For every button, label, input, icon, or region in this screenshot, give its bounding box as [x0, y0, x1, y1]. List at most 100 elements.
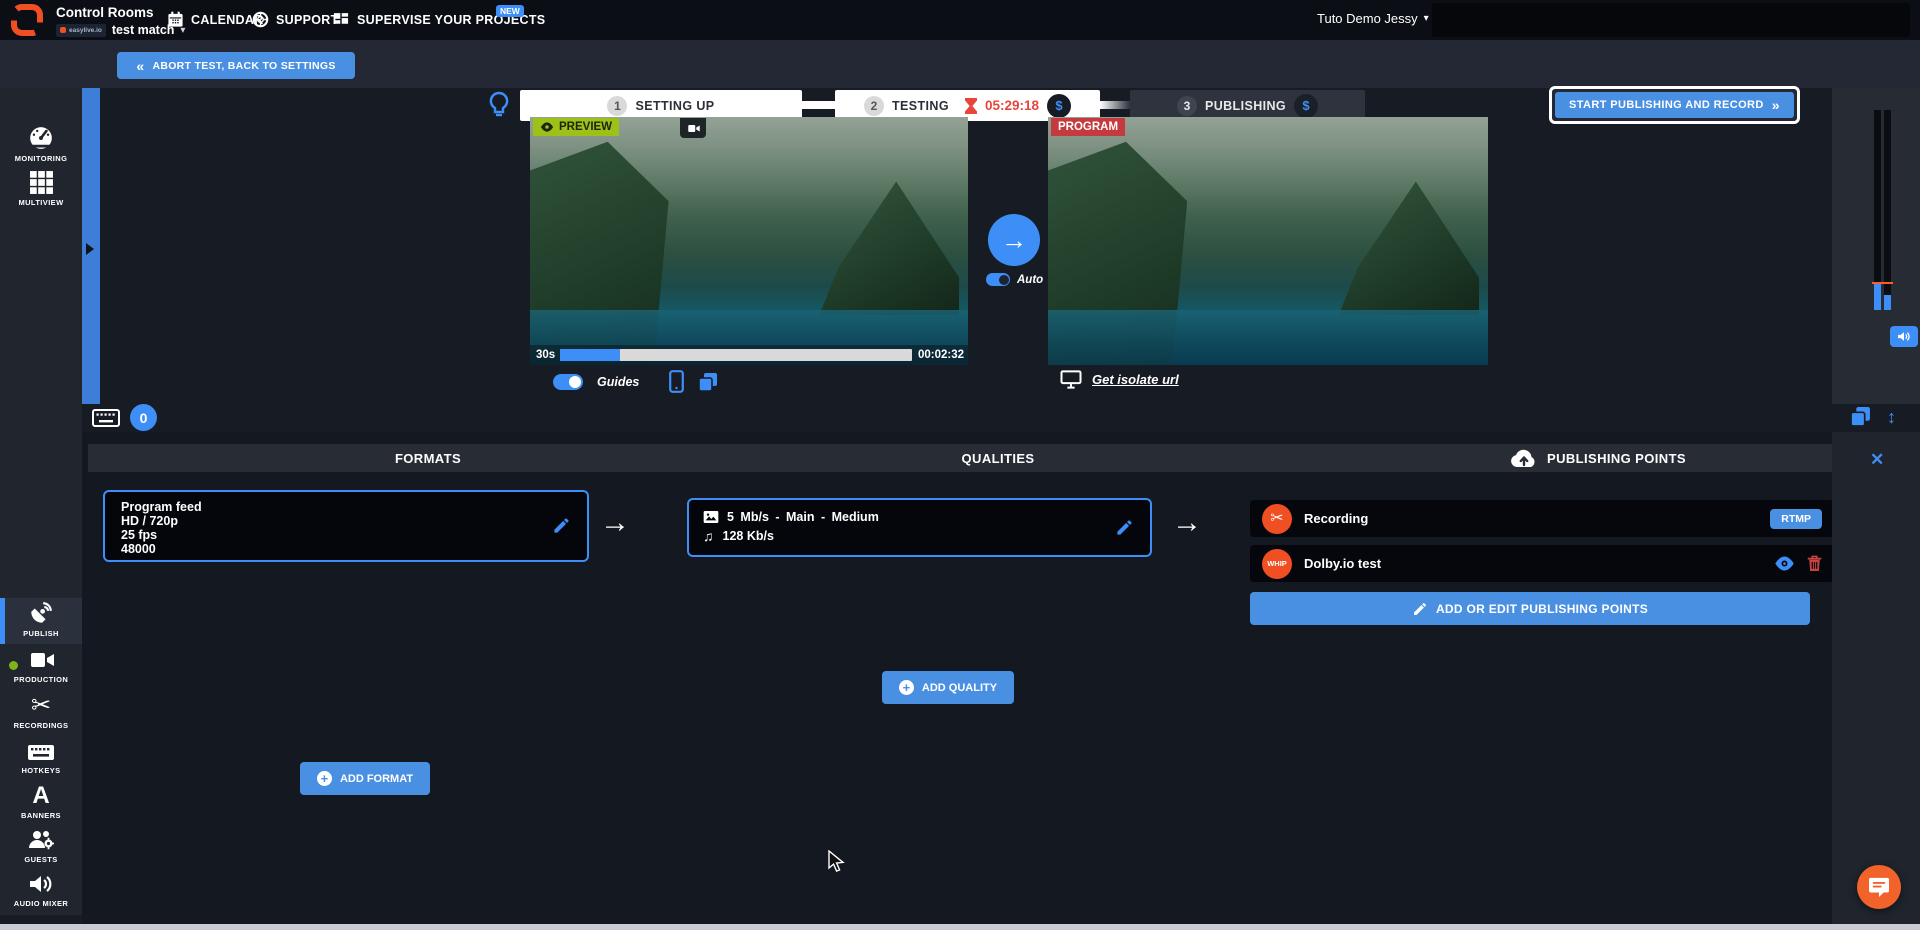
duplicate-view-icon[interactable]	[698, 372, 718, 392]
new-badge: NEW	[496, 5, 524, 17]
close-icon[interactable]: ✕	[1870, 450, 1884, 470]
hourglass-icon	[965, 98, 977, 114]
step-1-number: 1	[607, 96, 627, 116]
add-edit-publishing-button[interactable]: ADD OR EDIT PUBLISHING POINTS	[1250, 592, 1810, 625]
start-publishing-frame: START PUBLISHING AND RECORD »	[1549, 86, 1800, 124]
add-quality-button[interactable]: + ADD QUALITY	[882, 671, 1014, 704]
step-3-number: 3	[1177, 96, 1197, 116]
collapse-arrow-icon	[86, 243, 94, 255]
layers-icon[interactable]	[1850, 406, 1871, 427]
abort-test-label: ABORT TEST, BACK TO SETTINGS	[152, 60, 335, 72]
calendar-icon	[167, 11, 184, 28]
quality-audio-label: 128 Kb/s	[723, 529, 774, 543]
add-format-button[interactable]: + ADD FORMAT	[300, 762, 430, 795]
chevrons-right-icon: »	[1772, 97, 1780, 113]
source-camera-badge[interactable]	[680, 118, 706, 138]
program-monitor[interactable]: PROGRAM	[1048, 117, 1488, 365]
qualities-header: QUALITIES	[778, 444, 1218, 472]
hotkey-count-badge[interactable]: 0	[130, 404, 157, 431]
preview-progress-track[interactable]	[560, 349, 912, 361]
sidebar-item-audio-mixer[interactable]: AUDIO MIXER	[0, 872, 82, 908]
chevrons-left-icon: «	[136, 58, 144, 74]
panel-collapse-handle[interactable]	[82, 88, 100, 404]
eye-icon	[540, 122, 554, 132]
horizontal-scrollbar[interactable]	[0, 924, 1920, 930]
dollar-cost-icon[interactable]: $	[1047, 94, 1071, 118]
sidebar-item-guests[interactable]: GUESTS	[0, 828, 82, 864]
support-lifebuoy-icon	[252, 11, 269, 28]
scissors-glyph: ✂	[1270, 511, 1283, 527]
scissors-icon: ✂	[0, 694, 82, 718]
image-icon	[703, 510, 719, 524]
expand-vertical-icon[interactable]: ↕	[1887, 408, 1896, 426]
start-publishing-button[interactable]: START PUBLISHING AND RECORD »	[1555, 92, 1794, 118]
vu-meter-fill	[1884, 295, 1891, 310]
guides-label: Guides	[597, 375, 639, 389]
sidebar-item-hotkeys[interactable]: HOTKEYS	[0, 741, 82, 775]
caret-down-icon: ▾	[1424, 13, 1429, 24]
publishing-point-row[interactable]: WHIP Dolby.io test	[1250, 545, 1834, 582]
protocol-badge: RTMP	[1770, 509, 1822, 529]
sidebar-item-production[interactable]: PRODUCTION	[0, 648, 82, 684]
top-bar: Control Rooms easylive.io test match ▾ C…	[0, 0, 1920, 40]
format-audio-rate: 48000	[121, 542, 202, 556]
eye-icon[interactable]	[1774, 556, 1795, 571]
sidebar-label: GUESTS	[0, 855, 82, 864]
guides-toggle[interactable]	[553, 374, 583, 390]
speaker-icon	[0, 872, 82, 896]
chat-bubble-icon	[1868, 877, 1890, 897]
tips-bulb-icon[interactable]	[487, 91, 511, 119]
user-menu[interactable]: Tuto Demo Jessy ▾	[1317, 11, 1429, 26]
publishing-points-header: PUBLISHING POINTS	[1378, 444, 1818, 472]
vu-meter-left	[1874, 110, 1881, 310]
step-2-label: TESTING	[892, 99, 949, 113]
toggle-knob	[569, 376, 581, 388]
transition-button[interactable]: →	[988, 214, 1040, 266]
dollar-cost-icon[interactable]: $	[1294, 94, 1318, 118]
monitor-audio-button[interactable]	[1890, 326, 1918, 347]
add-quality-label: ADD QUALITY	[922, 682, 997, 694]
nav-support[interactable]: SUPPORT	[252, 11, 339, 28]
preview-timecode: 00:02:32	[918, 349, 964, 361]
preview-monitor[interactable]: PREVIEW 30s 00:02:32	[530, 117, 968, 365]
add-edit-publishing-label: ADD OR EDIT PUBLISHING POINTS	[1436, 602, 1648, 616]
sidebar-item-recordings[interactable]: ✂ RECORDINGS	[0, 694, 82, 730]
trash-icon[interactable]	[1807, 555, 1822, 572]
vu-meter-peak-mark	[1872, 282, 1893, 284]
toggle-knob	[999, 275, 1009, 285]
preview-progress-overlay: 30s 00:02:32	[530, 345, 968, 365]
sidebar-item-monitoring[interactable]: MONITORING	[0, 125, 82, 163]
easylive-logo-icon[interactable]	[10, 4, 44, 36]
quality-video-label: 5 Mb/s - Main - Medium	[727, 510, 879, 524]
sidebar-item-publish[interactable]: PUBLISH	[0, 598, 82, 644]
format-card-text: Program feed HD / 720p 25 fps 48000	[121, 500, 202, 556]
cloud-upload-icon	[1510, 448, 1538, 468]
add-format-label: ADD FORMAT	[340, 773, 413, 785]
formats-header: FORMATS	[208, 444, 648, 472]
keyboard-icon	[0, 741, 82, 763]
scene-sea	[1048, 310, 1488, 365]
quality-card[interactable]: 5 Mb/s - Main - Medium ♫ 128 Kb/s	[687, 498, 1152, 557]
format-card[interactable]: Program feed HD / 720p 25 fps 48000	[103, 490, 589, 562]
publishing-point-row[interactable]: ✂ Recording RTMP	[1250, 500, 1834, 537]
pencil-icon	[1412, 601, 1428, 617]
auto-toggle[interactable]	[986, 273, 1010, 286]
sidebar-item-multiview[interactable]: MULTIVIEW	[0, 170, 82, 207]
abort-test-button[interactable]: « ABORT TEST, BACK TO SETTINGS	[117, 52, 355, 79]
active-indicator	[0, 598, 5, 644]
sidebar-item-banners[interactable]: A BANNERS	[0, 784, 82, 820]
edit-pencil-icon[interactable]	[1115, 518, 1134, 537]
edit-pencil-icon[interactable]	[552, 516, 571, 535]
nav-calendar[interactable]: CALENDAR	[167, 11, 264, 28]
quality-audio-line: ♫ 128 Kb/s	[703, 529, 774, 543]
auto-transition-row: Auto	[986, 273, 1043, 286]
mobile-preview-icon[interactable]	[669, 370, 684, 393]
panel-view-controls: ↕	[1850, 406, 1896, 427]
sidebar-label: BANNERS	[0, 811, 82, 820]
preview-progress-fill	[560, 349, 620, 361]
sidebar-label: MONITORING	[0, 154, 82, 163]
support-chat-bubble[interactable]	[1857, 865, 1901, 909]
step-1-label: SETTING UP	[635, 99, 714, 113]
easylive-brand-badge: easylive.io	[56, 24, 106, 37]
isolate-url-link[interactable]: Get isolate url	[1092, 372, 1179, 387]
